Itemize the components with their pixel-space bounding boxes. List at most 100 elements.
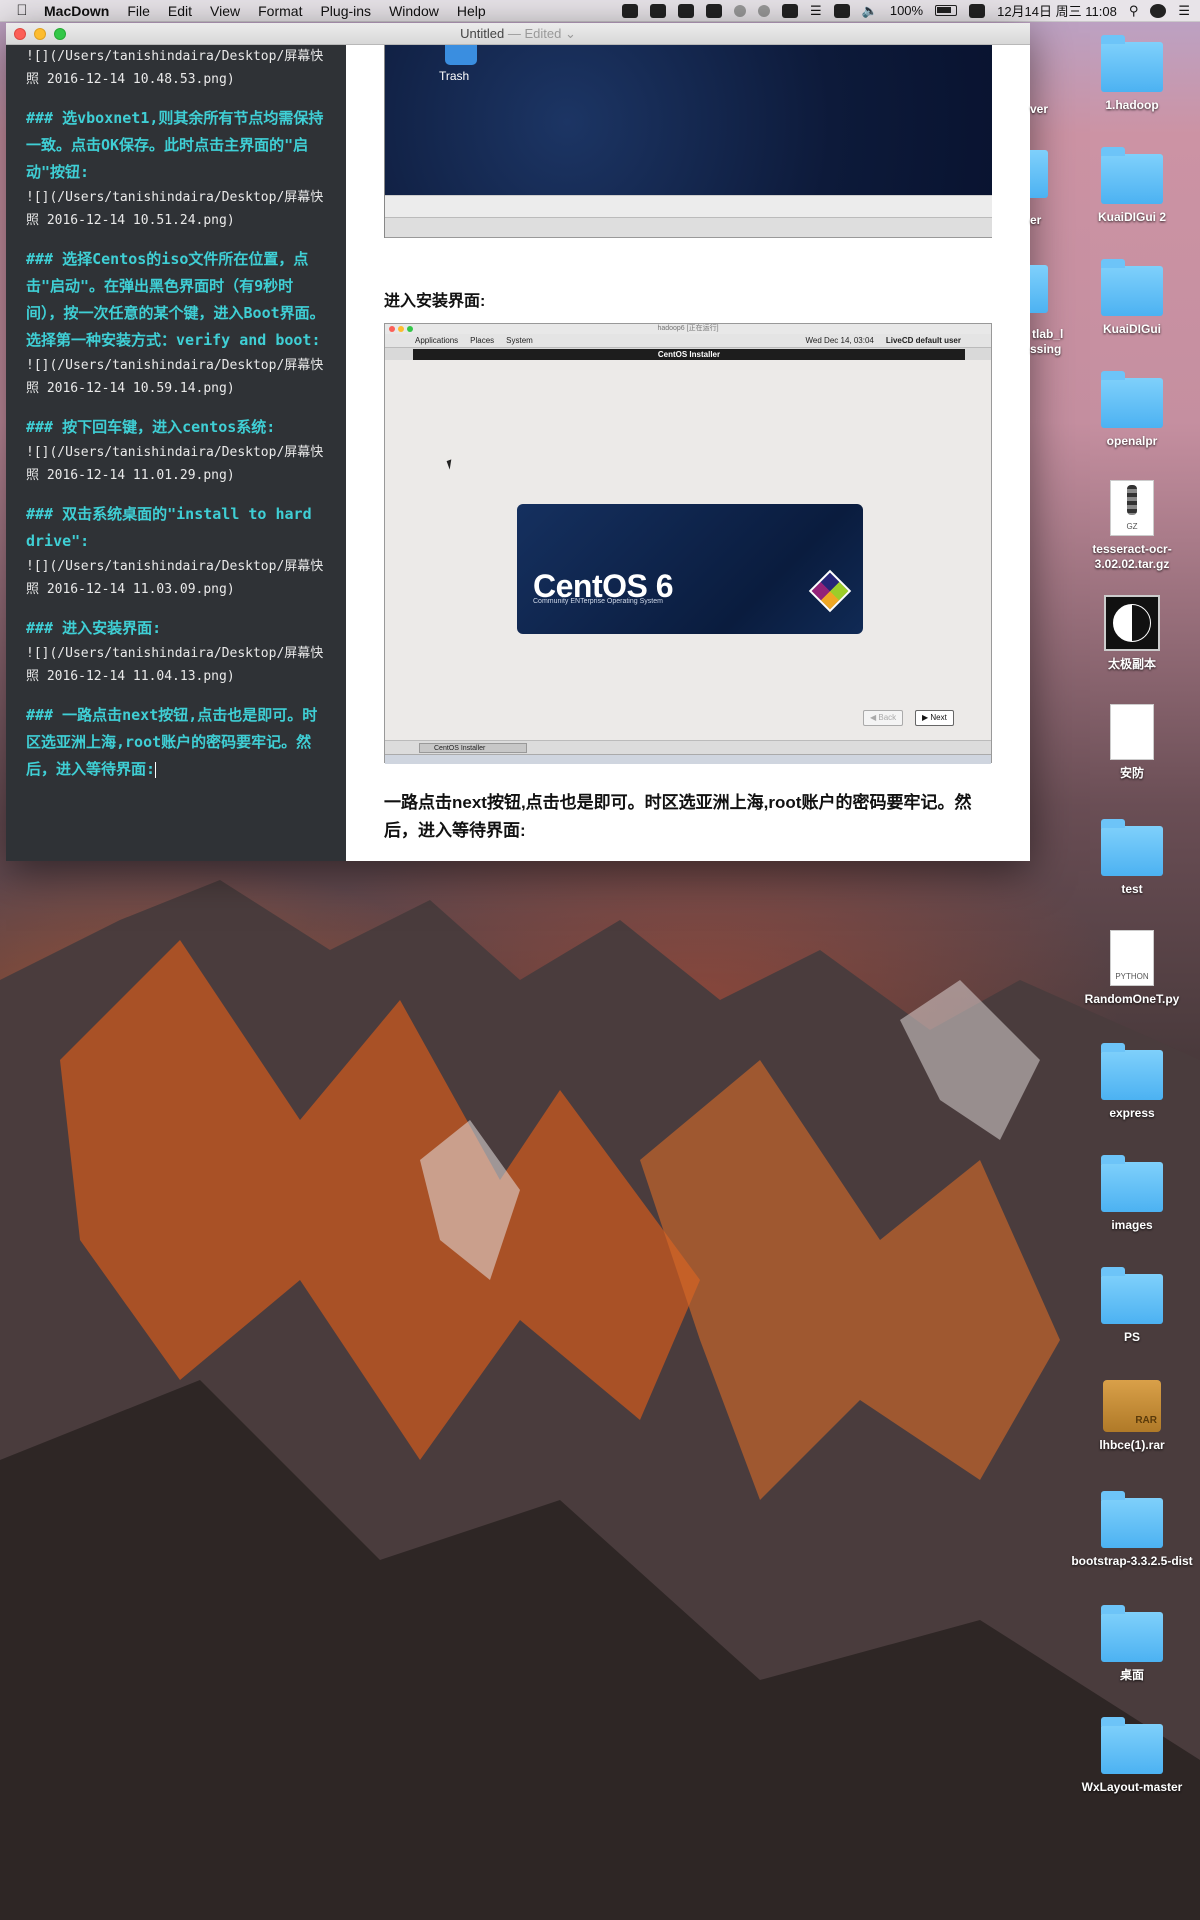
editor-heading[interactable]: ### 按下回车键，进入centos系统: [26, 414, 328, 441]
vm-menu-applications: Applications [415, 336, 459, 345]
desktop-item-label: 桌面 [1119, 1668, 1144, 1682]
search-icon[interactable]: ⚲ [1129, 3, 1139, 19]
hidden-item-label[interactable]: ssing [1030, 342, 1061, 356]
mouse-cursor-icon [446, 459, 455, 470]
close-button[interactable] [14, 27, 26, 40]
preview-paragraph: 一路点击next按钮,点击也是即可。时区选亚洲上海,root账户的密码要牢记。然… [384, 793, 972, 840]
status-app-icon[interactable] [622, 3, 638, 18]
rar-archive-icon [1103, 1380, 1161, 1432]
desktop-item-label: KuaiDIGui [1102, 322, 1161, 336]
editor-image-link[interactable]: ![](/Users/tanishindaira/Desktop/屏幕快照 20… [26, 186, 328, 232]
battery-icon[interactable] [935, 5, 958, 16]
vm-next-button: ▶ Next [915, 710, 954, 726]
folder-icon [1101, 1155, 1163, 1212]
minimize-button[interactable] [34, 27, 46, 40]
desktop-item-label: bootstrap-3.3.2.5-dist [1071, 1554, 1193, 1568]
menu-app-name[interactable]: MacDown [44, 3, 109, 19]
editor-image-link[interactable]: ![](/Users/tanishindaira/Desktop/屏幕快照 20… [26, 441, 328, 487]
desktop-item[interactable]: 安防 [1069, 704, 1195, 781]
markdown-preview[interactable]: Trash 进入安装界面: hadoop6 [正在运行] Application… [346, 45, 1030, 861]
hidden-item-label[interactable]: er [1030, 213, 1041, 227]
desktop-item[interactable]: bootstrap-3.3.2.5-dist [1069, 1491, 1195, 1569]
time-machine-icon[interactable] [734, 4, 746, 17]
menu-plugins[interactable]: Plug-ins [320, 3, 371, 19]
zoom-button[interactable] [54, 27, 66, 40]
folder-icon [1101, 371, 1163, 428]
wifi-icon[interactable]: ☰ [810, 3, 822, 19]
desktop-item[interactable]: express [1069, 1043, 1195, 1121]
hidden-item-label[interactable]: ver [1030, 102, 1048, 116]
desktop-item[interactable]: images [1069, 1155, 1195, 1233]
desktop-item-label: KuaiDIGui 2 [1097, 210, 1166, 224]
volume-icon[interactable]: 🔈 [862, 3, 878, 19]
desktop-item-label: tesseract-ocr-3.02.02.tar.gz [1092, 542, 1172, 571]
menu-file[interactable]: File [127, 3, 150, 19]
desktop-item[interactable]: PYTHON RandomOneT.py [1069, 930, 1195, 1007]
desktop-item[interactable]: WxLayout-master [1069, 1717, 1195, 1795]
desktop-item-label: 太极副本 [1107, 657, 1156, 671]
desktop-item-label: 安防 [1119, 766, 1144, 780]
yin-yang-image-icon [1104, 595, 1160, 651]
vm-clock: Wed Dec 14, 03:04 [805, 336, 874, 345]
menu-view[interactable]: View [210, 3, 240, 19]
desktop-item[interactable]: test [1069, 819, 1195, 897]
vm-title-text: hadoop6 [正在运行] [657, 325, 719, 332]
folder-icon [1101, 1717, 1163, 1774]
chevron-down-icon[interactable]: ⌄ [565, 26, 576, 41]
desktop-item-label: express [1109, 1106, 1155, 1120]
desktop-item[interactable]: lhbce(1).rar [1069, 1380, 1195, 1453]
trash-icon [445, 45, 477, 65]
notification-center-icon[interactable]: ☰ [1178, 3, 1190, 19]
desktop-item[interactable]: KuaiDIGui 2 [1069, 147, 1195, 225]
menu-format[interactable]: Format [258, 3, 302, 19]
editor-image-link[interactable]: ![](/Users/tanishindaira/Desktop/屏幕快照 20… [26, 555, 328, 601]
bluetooth-icon[interactable] [758, 4, 770, 17]
screenshot-taskbar [385, 195, 992, 217]
desktop-item[interactable]: openalpr [1069, 371, 1195, 449]
preview-heading: 进入安装界面: [384, 293, 486, 310]
window-titlebar[interactable]: Untitled — Edited ⌄ [6, 23, 1030, 45]
file-type-tag: GZ [1126, 522, 1138, 531]
editor-image-link[interactable]: ![](/Users/tanishindaira/Desktop/屏幕快照 20… [26, 45, 328, 91]
editor-heading-text: ### 一路点击next按钮,点击也是即可。时区选亚洲上海,root账户的密码要… [26, 706, 318, 778]
desktop-item[interactable]: 1.hadoop [1069, 35, 1195, 113]
keyboard-icon[interactable] [782, 3, 798, 18]
editor-heading[interactable]: ### 双击系统桌面的"install to hard drive": [26, 501, 328, 555]
vm-close-icon [389, 326, 395, 332]
centos-banner: CentOS 6 Community ENTerprise Operating … [517, 504, 863, 634]
status-app-icon[interactable] [650, 3, 666, 18]
vm-back-label: Back [878, 713, 897, 722]
hidden-folder-icon[interactable] [1030, 150, 1048, 198]
vm-taskbar: CentOS Installer [385, 740, 991, 754]
airplay-icon[interactable] [833, 3, 850, 18]
editor-image-link[interactable]: ![](/Users/tanishindaira/Desktop/屏幕快照 20… [26, 642, 328, 688]
editor-image-link[interactable]: ![](/Users/tanishindaira/Desktop/屏幕快照 20… [26, 354, 328, 400]
desktop-item[interactable]: GZ tesseract-ocr-3.02.02.tar.gz [1069, 480, 1195, 572]
desktop-item[interactable]: KuaiDIGui [1069, 259, 1195, 337]
desktop-item-label: 1.hadoop [1105, 98, 1159, 112]
markdown-editor[interactable]: ![](/Users/tanishindaira/Desktop/屏幕快照 20… [6, 45, 346, 861]
vm-installer-titlebar: CentOS Installer [413, 349, 965, 360]
desktop-item[interactable]: 太极副本 [1069, 595, 1195, 672]
menu-edit[interactable]: Edit [168, 3, 192, 19]
status-app-icon[interactable] [706, 3, 722, 18]
editor-heading-current[interactable]: ### 一路点击next按钮,点击也是即可。时区选亚洲上海,root账户的密码要… [26, 702, 328, 783]
editor-heading[interactable]: ### 选vboxnet1,则其余所有节点均需保持一致。点击OK保存。此时点击主… [26, 105, 328, 186]
menu-help[interactable]: Help [457, 3, 486, 19]
desktop-item[interactable]: PS [1069, 1267, 1195, 1345]
apple-icon[interactable]:  [0, 2, 44, 19]
clock[interactable]: 12月14日 周三 11:08 [997, 1, 1117, 20]
menu-window[interactable]: Window [389, 3, 439, 19]
hidden-folder-icon[interactable] [1030, 265, 1048, 313]
preview-screenshot-desktop: Trash [384, 45, 992, 238]
status-app-icon[interactable] [678, 3, 694, 18]
editor-heading[interactable]: ### 进入安装界面: [26, 615, 328, 642]
window-title: Untitled — Edited ⌄ [6, 26, 1030, 42]
editor-heading[interactable]: ### 选择Centos的iso文件所在位置，点击"启动"。在弹出黑色界面时（有… [26, 246, 328, 354]
siri-icon[interactable] [1150, 3, 1167, 18]
editor-block: ### 双击系统桌面的"install to hard drive": ![](… [26, 501, 328, 601]
editor-block: ### 选择Centos的iso文件所在位置，点击"启动"。在弹出黑色界面时（有… [26, 246, 328, 400]
desktop-item[interactable]: 桌面 [1069, 1605, 1195, 1683]
hidden-item-label[interactable]: tlab_l [1032, 327, 1063, 341]
status-app-icon[interactable] [969, 3, 986, 18]
